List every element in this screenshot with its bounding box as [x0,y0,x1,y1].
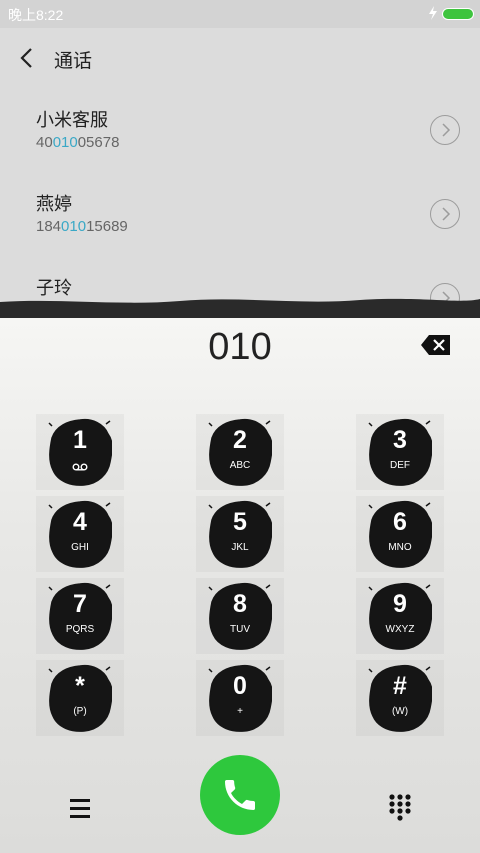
status-time: 晚上8:22 [8,7,64,23]
battery-icon [442,8,474,20]
contact-number: 4001005678 [36,134,120,151]
call-button[interactable] [200,755,280,835]
key-4[interactable]: 4 GHI [36,496,124,572]
key-digit: 9 [393,590,407,618]
key-letters: (W) [391,706,409,717]
key-digit: 0 [233,672,247,700]
key-digit: 7 [73,590,87,618]
key-digit: * [75,672,85,700]
key-digit: # [393,672,407,700]
contact-item[interactable]: 燕婷 18401015689 [0,174,480,258]
key-10[interactable]: * (P) [36,660,124,736]
key-letters: + [237,706,243,717]
chevron-right-icon [442,207,451,221]
key-8[interactable]: 8 TUV [196,578,284,654]
contact-number: 18401015689 [36,218,128,235]
backspace-icon[interactable] [420,334,452,356]
key-11[interactable]: 0 + [196,660,284,736]
key-digit: 3 [393,426,407,454]
key-digit: 6 [393,508,407,536]
bottom-bar [0,753,480,853]
key-letters: WXYZ [385,624,415,635]
contact-detail-button[interactable] [430,199,460,229]
dialer-panel: 010 1 2 ABC 3 DEF 4 GHI 5 JKL 6 MNO 7 PQRS 8 TUV 9 WXYZ *… [0,318,480,853]
key-6[interactable]: 6 MNO [356,496,444,572]
key-9[interactable]: 9 WXYZ [356,578,444,654]
contact-name: 小米客服 [36,110,108,131]
key-digit: 2 [233,426,247,454]
dialed-number: 010 [208,326,272,368]
key-letters: PQRS [65,624,95,635]
contact-detail-button[interactable] [430,115,460,145]
key-2[interactable]: 2 ABC [196,414,284,490]
key-5[interactable]: 5 JKL [196,496,284,572]
key-12[interactable]: # (W) [356,660,444,736]
key-digit: 1 [73,426,87,454]
key-3[interactable]: 3 DEF [356,414,444,490]
key-1[interactable]: 1 [36,414,124,490]
voicemail-icon [72,463,88,471]
charging-icon [429,6,437,20]
dialpad-icon[interactable] [386,793,414,825]
status-bar: 晚上8:22 [0,0,480,28]
key-letters: MNO [388,542,412,553]
key-letters: ABC [229,460,251,471]
menu-icon[interactable] [66,797,94,821]
phone-icon [225,780,255,810]
chevron-right-icon [442,123,451,137]
key-letters: TUV [230,624,250,635]
key-letters: (P) [73,706,87,717]
key-letters: DEF [390,460,410,471]
contact-list: 小米客服 4001005678 燕婷 18401015689 子玲 [0,90,480,313]
key-digit: 5 [233,508,247,536]
header: 通话 [0,28,480,90]
key-7[interactable]: 7 PQRS [36,578,124,654]
key-letters: JKL [231,542,249,553]
back-arrow-icon[interactable] [14,45,40,71]
page-title: 通话 [54,50,93,72]
key-letters: GHI [71,542,89,553]
contact-name: 燕婷 [36,194,72,215]
contact-item[interactable]: 小米客服 4001005678 [0,90,480,174]
key-digit: 4 [73,508,87,536]
key-digit: 8 [233,590,247,618]
